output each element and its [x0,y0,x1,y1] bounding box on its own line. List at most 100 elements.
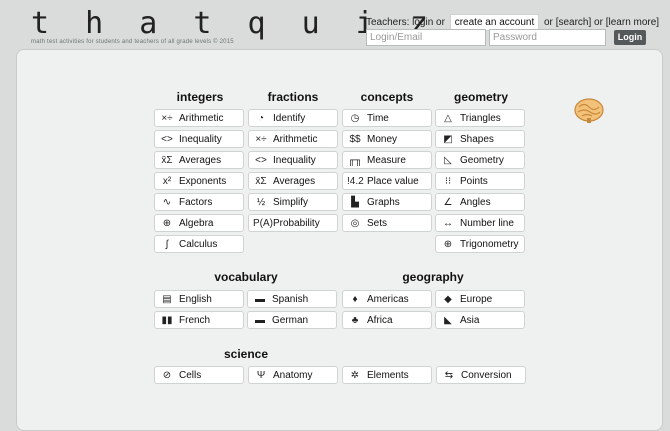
button-label: Averages [179,154,222,166]
identify-icon: ◔ [257,112,265,124]
integers-exponents-button[interactable]: x² Exponents [154,172,244,190]
button-label: Money [367,133,398,145]
button-label: Spanish [272,293,309,305]
vocabulary-german-button[interactable]: ▬ German [247,311,337,329]
button-label: Africa [367,314,393,326]
vocabulary-spanish-button[interactable]: ▬ Spanish [247,290,337,308]
geometry-trigonometry-button[interactable]: ⊕ Trigonometry [435,235,525,253]
concepts-place-value-button[interactable]: !4.2 Place value [342,172,432,190]
concepts-sets-button[interactable]: ◎ Sets [342,214,432,232]
asia-icon: ◣ [444,314,452,326]
site-tagline: math test activities for students and te… [31,39,234,45]
simplify-icon: ½ [256,196,266,208]
button-label: Factors [179,196,213,208]
login-email-input[interactable]: Login/Email [366,29,486,46]
teachers-prefix: Teachers: login or [366,17,445,28]
button-label: Americas [367,293,409,305]
calculus-icon: ∫ [165,238,169,250]
money-icon: $$ [349,133,361,145]
integers-arithmetic-button[interactable]: ×÷ Arithmetic [154,109,244,127]
button-label: Arithmetic [273,133,318,145]
button-label: Simplify [273,196,309,208]
geography-africa-button[interactable]: ♣ Africa [342,311,432,329]
geometry-points-button[interactable]: ⁝⁝ Points [435,172,525,190]
learn-more-link[interactable]: [learn more] [606,17,659,28]
inequality-icon: <> [161,133,173,145]
geometry-angles-button[interactable]: ∠ Angles [435,193,525,211]
conversion-icon: ⇆ [444,369,454,381]
button-label: Anatomy [273,369,313,381]
science-anatomy-button[interactable]: Ψ Anatomy [248,366,338,384]
button-label: Averages [273,175,316,187]
integers-algebra-button[interactable]: ⊕ Algebra [154,214,244,232]
button-label: Place value [367,175,419,187]
elements-icon: ✲ [350,369,360,381]
angles-icon: ∠ [443,196,453,208]
button-label: German [272,314,309,326]
factors-icon: ∿ [162,196,172,208]
concepts-money-button[interactable]: $$ Money [342,130,432,148]
button-label: English [179,293,212,305]
integers-averages-button[interactable]: x̄Σ Averages [154,151,244,169]
password-input[interactable]: Password [489,29,606,46]
fractions-simplify-button[interactable]: ½ Simplify [248,193,338,211]
europe-icon: ◆ [444,293,452,305]
integers-inequality-button[interactable]: <> Inequality [154,130,244,148]
fractions-arithmetic-button[interactable]: ×÷ Arithmetic [248,130,338,148]
button-label: Algebra [179,217,214,229]
geography-europe-button[interactable]: ◆ Europe [435,290,525,308]
concepts-graphs-button[interactable]: ▙ Graphs [342,193,432,211]
geometry-icon: ◺ [444,154,452,166]
integers-calculus-button[interactable]: ∫ Calculus [154,235,244,253]
french-icon: ▮▮ [161,314,173,326]
science-elements-button[interactable]: ✲ Elements [342,366,432,384]
search-link[interactable]: [search] [556,17,592,28]
fractions-probability-button[interactable]: P(A) Probability [248,214,338,232]
button-label: Cells [179,369,202,381]
sets-icon: ◎ [350,217,360,229]
button-label: Asia [460,314,480,326]
button-label: Shapes [460,133,494,145]
fractions-identify-button[interactable]: ◔ Identify [248,109,338,127]
section-heading-science: science [223,347,269,361]
geometry-geometry-button[interactable]: ◺ Geometry [435,151,525,169]
geometry-number-line-button[interactable]: ↔ Number line [435,214,525,232]
graphs-icon: ▙ [351,196,359,208]
geography-asia-button[interactable]: ◣ Asia [435,311,525,329]
concepts-measure-button[interactable]: ╓╖ Measure [342,151,432,169]
fractions-inequality-button[interactable]: <> Inequality [248,151,338,169]
number-line-icon: ↔ [443,217,453,229]
button-label: Conversion [461,369,512,381]
button-label: Trigonometry [460,238,519,250]
button-label: Identify [273,112,306,124]
german-icon: ▬ [255,314,265,326]
triangles-icon: △ [444,112,452,124]
spanish-icon: ▬ [255,293,265,305]
vocabulary-french-button[interactable]: ▮▮ French [154,311,244,329]
button-label: Europe [460,293,493,305]
button-label: Points [460,175,488,187]
fractions-averages-button[interactable]: x̄Σ Averages [248,172,338,190]
button-label: Measure [367,154,406,166]
login-button[interactable]: Login [614,30,646,45]
section-heading-geography: geography [402,270,464,284]
africa-icon: ♣ [351,314,359,326]
integers-factors-button[interactable]: ∿ Factors [154,193,244,211]
brain-icon[interactable] [573,95,605,125]
geography-americas-button[interactable]: ♦ Americas [342,290,432,308]
probability-icon: P(A) [253,217,273,229]
concepts-time-button[interactable]: ◷ Time [342,109,432,127]
geometry-shapes-button[interactable]: ◩ Shapes [435,130,525,148]
button-label: Probability [273,217,320,229]
place-value-icon: !4.2 [347,175,364,187]
geometry-triangles-button[interactable]: △ Triangles [435,109,525,127]
trigonometry-icon: ⊕ [443,238,453,250]
averages-icon: x̄Σ [161,154,173,166]
science-cells-button[interactable]: ⊘ Cells [154,366,244,384]
section-heading-integers: integers [176,90,224,104]
vocabulary-english-button[interactable]: ▤ English [154,290,244,308]
science-conversion-button[interactable]: ⇆ Conversion [436,366,526,384]
button-label: Calculus [179,238,218,250]
english-icon: ▤ [162,293,172,305]
button-label: Number line [460,217,514,229]
